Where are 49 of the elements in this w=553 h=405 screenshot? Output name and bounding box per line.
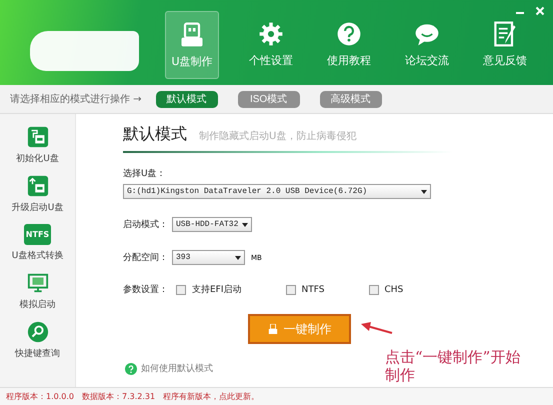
usb-drive-icon[interactable] — [26, 126, 48, 148]
status-text: 程序有新版本，点此更新。 — [163, 391, 260, 402]
search-icon[interactable] — [26, 321, 48, 343]
checkbox[interactable] — [368, 284, 378, 294]
mode-tab[interactable]: ISO模式 — [238, 90, 300, 108]
status-text: 数据版本：7.3.2.31 — [82, 391, 156, 402]
field-label: 启动模式： — [123, 218, 168, 231]
field-label: 参数设置： — [123, 284, 168, 296]
gear-icon — [257, 20, 285, 48]
nav-tab[interactable]: 意见反馈 — [479, 11, 531, 77]
arrow — [359, 321, 393, 337]
field-label: 分配空间： — [123, 252, 168, 264]
checkbox[interactable] — [176, 284, 186, 294]
mode-tab[interactable]: 高级模式 — [320, 90, 382, 108]
nav-tab[interactable]: 使用教程 — [323, 11, 375, 77]
option-label: NTFS — [302, 284, 324, 294]
sidebar-item[interactable]: U盘格式转换 — [12, 249, 64, 262]
make-button[interactable]: 一键制作 — [248, 314, 351, 344]
mode-tab[interactable]: 默认模式 — [156, 90, 218, 108]
monitor-icon[interactable] — [26, 272, 48, 294]
sidebar-item[interactable]: 升级启动U盘 — [12, 201, 64, 214]
help-icon — [335, 20, 363, 48]
usb-drive-icon — [268, 324, 278, 334]
panel-subtitle: 制作隐藏式启动U盘，防止病毒侵犯 — [199, 130, 356, 143]
close-icon[interactable] — [535, 6, 545, 16]
nav-tab[interactable]: U盘制作 — [165, 11, 219, 79]
drive-dropdown[interactable]: G:(hd1)Kingston DataTraveler 2.0 USB Device(6.72G) — [123, 184, 431, 199]
mode-prompt: 请选择相应的模式进行操作 → — [10, 92, 142, 106]
status-text: 程序版本：1.0.0.0 — [6, 391, 74, 402]
help-link[interactable]: 如何使用默认模式 — [141, 362, 213, 375]
boot-mode-dropdown[interactable]: USB-HDD-FAT32 — [172, 217, 252, 232]
nav-tab[interactable]: 论坛交流 — [401, 11, 453, 77]
sidebar-item[interactable]: 快捷键查询 — [15, 347, 60, 360]
space-dropdown[interactable]: 393 — [172, 250, 245, 265]
checkbox[interactable] — [286, 284, 296, 294]
option-label: 支持EFI启动 — [192, 284, 242, 296]
sidebar-item[interactable]: 模拟启动 — [20, 298, 56, 311]
panel-title: 默认模式 — [123, 124, 187, 145]
sidebar-item[interactable]: 初始化U盘 — [16, 152, 59, 165]
option-label: CHS — [384, 284, 404, 294]
ntfs-badge[interactable]: NTFS — [24, 224, 52, 245]
caret-icon — [421, 190, 427, 194]
nav-tab[interactable]: 个性设置 — [245, 11, 297, 77]
usb-drive-icon[interactable] — [26, 175, 48, 197]
caret-icon — [242, 222, 248, 226]
annotation-text: 点击“一键制作”开始制作 — [385, 348, 522, 384]
field-label: 选择U盘： — [123, 168, 167, 180]
caret-icon — [235, 256, 241, 260]
help-icon — [125, 362, 137, 374]
